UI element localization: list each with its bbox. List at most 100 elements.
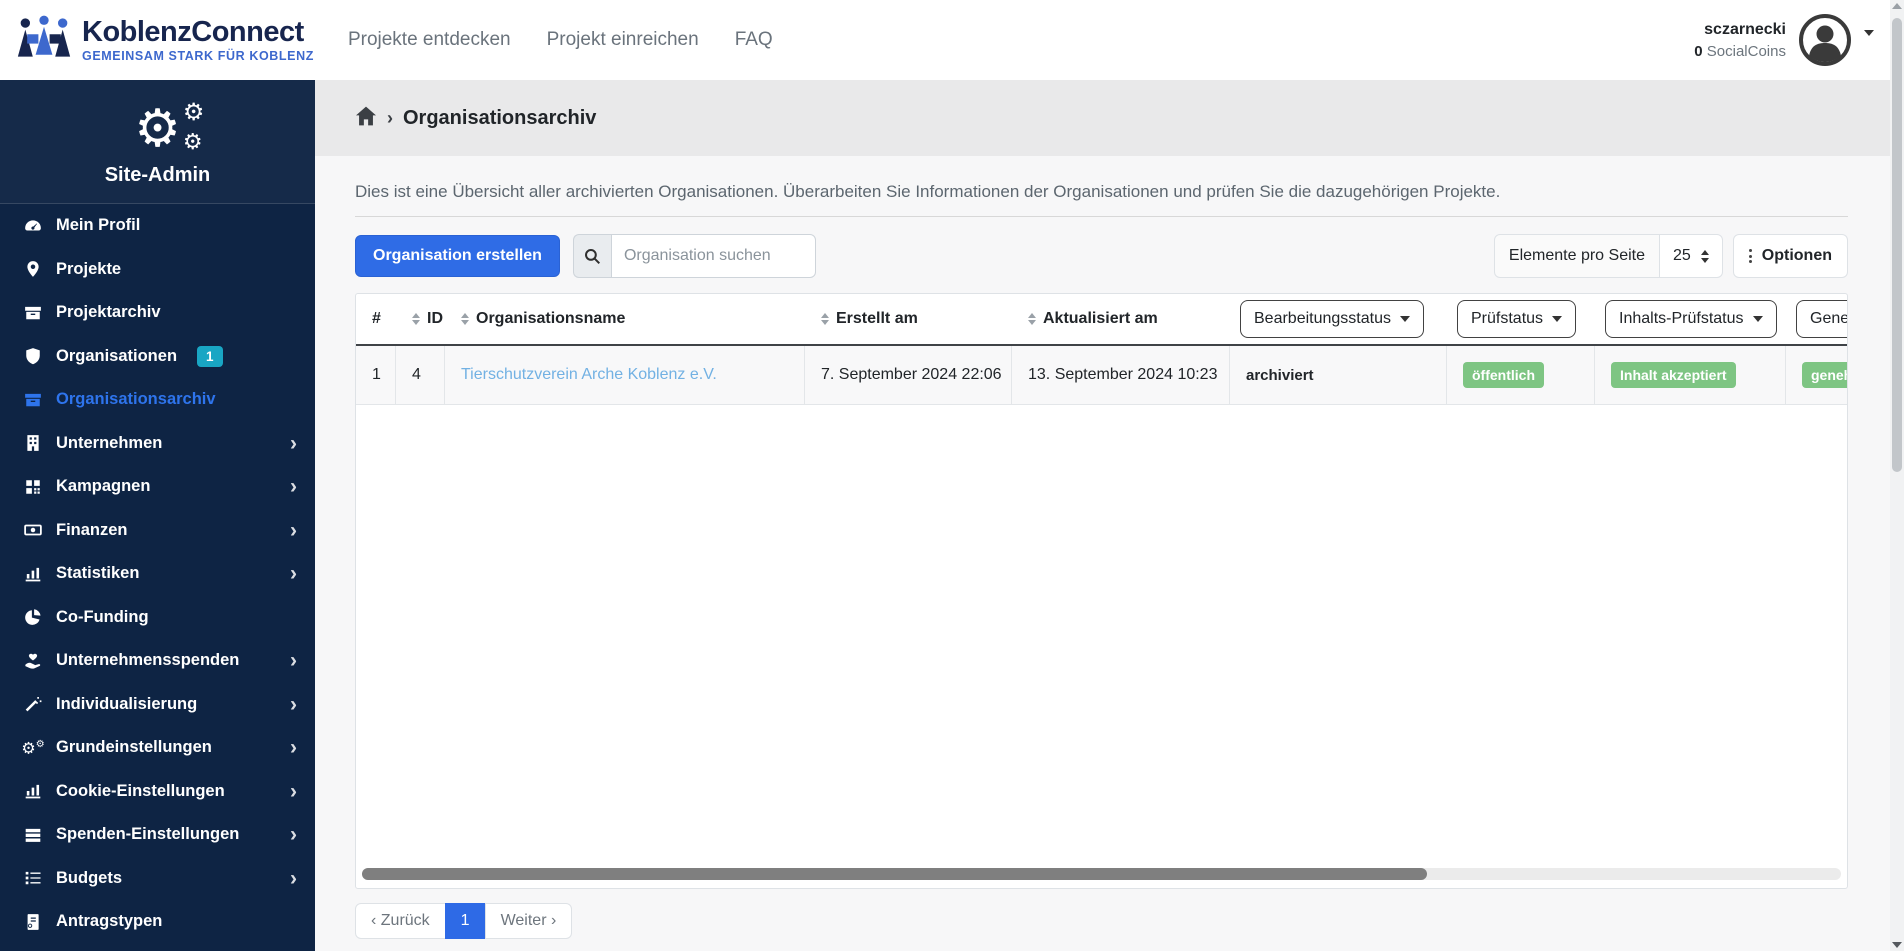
scroll-up-icon[interactable] bbox=[1892, 3, 1902, 9]
shield-icon bbox=[22, 347, 44, 365]
column-header-check-status: Prüfstatus bbox=[1447, 300, 1595, 338]
username: sczarnecki bbox=[1704, 20, 1786, 38]
select-arrows-icon bbox=[1700, 249, 1709, 263]
stack-icon bbox=[22, 826, 44, 844]
cell-created: 7. September 2024 22:06 bbox=[805, 346, 1012, 404]
sidebar-item-cookie-einstellungen[interactable]: Cookie-Einstellungen › bbox=[0, 770, 315, 814]
sidebar-item-co-funding[interactable]: Co-Funding bbox=[0, 596, 315, 640]
organisation-link[interactable]: Tierschutzverein Arche Koblenz e.V. bbox=[461, 366, 717, 384]
site-admin-gears-icon: ⚙ ⚙ ⚙ bbox=[134, 98, 205, 159]
sort-icon[interactable] bbox=[461, 313, 469, 325]
create-organisation-button[interactable]: Organisation erstellen bbox=[355, 235, 560, 277]
pagination-prev-button[interactable]: ‹ Zurück bbox=[355, 903, 446, 939]
sort-icon[interactable] bbox=[412, 313, 420, 325]
sort-icon[interactable] bbox=[821, 313, 829, 325]
nav-projekte-entdecken[interactable]: Projekte entdecken bbox=[348, 29, 511, 51]
search-icon bbox=[572, 234, 611, 278]
building-icon bbox=[22, 434, 44, 452]
pie-chart-icon bbox=[22, 608, 44, 626]
caret-down-icon bbox=[1399, 316, 1410, 322]
caret-down-icon bbox=[1752, 316, 1763, 322]
column-header-approval-status: Genehmigungsstatus bbox=[1786, 300, 1847, 338]
home-icon[interactable] bbox=[355, 106, 377, 131]
sidebar-item-unternehmen[interactable]: Unternehmen › bbox=[0, 422, 315, 466]
top-navigation: Projekte entdecken Projekt einreichen FA… bbox=[348, 29, 773, 51]
filter-bearbeitungsstatus-dropdown[interactable]: Bearbeitungsstatus bbox=[1240, 300, 1424, 338]
user-menu[interactable]: sczarnecki 0 SocialCoins bbox=[1694, 13, 1904, 67]
pagination-page-1[interactable]: 1 bbox=[444, 903, 486, 939]
sidebar-item-label: Organisationen bbox=[56, 346, 178, 365]
sidebar-item-label: Budgets bbox=[56, 868, 122, 887]
chevron-right-icon: › bbox=[290, 866, 297, 890]
filter-pruefstatus-dropdown[interactable]: Prüfstatus bbox=[1457, 300, 1577, 338]
user-caret-icon bbox=[1864, 30, 1874, 36]
sidebar-item-label: Co-Funding bbox=[56, 607, 149, 626]
column-header-created[interactable]: Erstellt am bbox=[805, 310, 1012, 328]
filter-genehmigungsstatus-dropdown[interactable]: Genehmigungsstatus bbox=[1796, 300, 1847, 338]
sidebar-item-grundeinstellungen[interactable]: ⚙⚙ Grundeinstellungen › bbox=[0, 726, 315, 770]
sidebar-item-organisationen[interactable]: Organisationen 1 bbox=[0, 335, 315, 379]
table-row: 1 4 Tierschutzverein Arche Koblenz e.V. … bbox=[356, 346, 1847, 405]
check-status-badge: öffentlich bbox=[1463, 362, 1544, 388]
sidebar-item-label: Finanzen bbox=[56, 520, 128, 539]
sidebar-item-label: Projektarchiv bbox=[56, 303, 161, 322]
column-header-name[interactable]: Organisationsname bbox=[445, 310, 805, 328]
logo-subtitle: GEMEINSAM STARK FÜR KOBLENZ bbox=[82, 48, 314, 63]
filter-inhalts-pruefstatus-dropdown[interactable]: Inhalts-Prüfstatus bbox=[1605, 300, 1777, 338]
sidebar-item-label: Spenden-Einstellungen bbox=[56, 825, 240, 844]
archive-icon bbox=[22, 304, 44, 322]
site-admin-header: ⚙ ⚙ ⚙ Site-Admin bbox=[0, 80, 315, 204]
sort-icon[interactable] bbox=[1028, 313, 1036, 325]
nav-projekt-einreichen[interactable]: Projekt einreichen bbox=[547, 29, 699, 51]
sidebar-item-label: Statistiken bbox=[56, 564, 140, 583]
sidebar-item-individualisierung[interactable]: Individualisierung › bbox=[0, 683, 315, 727]
logo[interactable]: KoblenzConnect GEMEINSAM STARK FÜR KOBLE… bbox=[0, 15, 314, 66]
chevron-right-icon: › bbox=[290, 823, 297, 847]
bar-chart-icon bbox=[22, 565, 44, 583]
cell-updated: 13. September 2024 10:23 bbox=[1012, 346, 1230, 404]
archive-icon bbox=[22, 391, 44, 409]
chevron-right-icon: › bbox=[290, 649, 297, 673]
column-header-id[interactable]: ID bbox=[396, 310, 445, 328]
per-page-select[interactable]: 25 bbox=[1659, 234, 1723, 278]
sidebar-item-antragstypen[interactable]: Antragstypen bbox=[0, 900, 315, 944]
avatar[interactable] bbox=[1798, 13, 1852, 67]
sidebar-item-projekte[interactable]: Projekte bbox=[0, 248, 315, 292]
cell-index: 1 bbox=[356, 346, 396, 404]
sidebar-item-budgets[interactable]: Budgets › bbox=[0, 857, 315, 901]
hand-heart-icon bbox=[22, 652, 44, 670]
pagination-next-button[interactable]: Weiter › bbox=[484, 903, 573, 939]
sidebar-item-projektarchiv[interactable]: Projektarchiv bbox=[0, 291, 315, 335]
table-header-row: # ID Organisationsname Erstellt am Aktua… bbox=[356, 294, 1847, 346]
sidebar-item-spenden-einstellungen[interactable]: Spenden-Einstellungen › bbox=[0, 813, 315, 857]
search-input[interactable] bbox=[610, 234, 816, 278]
scroll-down-icon[interactable] bbox=[1892, 942, 1902, 948]
sidebar-item-label: Cookie-Einstellungen bbox=[56, 781, 225, 800]
sidebar-item-statistiken[interactable]: Statistiken › bbox=[0, 552, 315, 596]
horizontal-scrollbar[interactable] bbox=[362, 868, 1841, 880]
tasks-icon bbox=[22, 869, 44, 887]
divider bbox=[355, 216, 1848, 217]
sidebar-item-organisationsarchiv[interactable]: Organisationsarchiv bbox=[0, 378, 315, 422]
tachometer-icon bbox=[22, 217, 44, 235]
vertical-scrollbar-thumb[interactable] bbox=[1892, 18, 1902, 472]
toolbar: Organisation erstellen Elemente pro Seit… bbox=[355, 233, 1848, 279]
organisations-table-card: # ID Organisationsname Erstellt am Aktua… bbox=[355, 293, 1848, 889]
column-header-updated[interactable]: Aktualisiert am bbox=[1012, 310, 1230, 328]
sidebar-item-unternehmensspenden[interactable]: Unternehmensspenden › bbox=[0, 639, 315, 683]
vertical-scrollbar[interactable] bbox=[1890, 0, 1904, 951]
site-admin-title: Site-Admin bbox=[104, 164, 211, 186]
edit-status: archiviert bbox=[1246, 366, 1314, 384]
logo-title: KoblenzConnect bbox=[82, 15, 304, 48]
banknote-icon bbox=[22, 521, 44, 539]
horizontal-scrollbar-thumb[interactable] bbox=[362, 868, 1427, 880]
sidebar-item-emails[interactable]: E-Mails › bbox=[0, 944, 315, 951]
nav-faq[interactable]: FAQ bbox=[735, 29, 773, 51]
sidebar-item-kampagnen[interactable]: Kampagnen › bbox=[0, 465, 315, 509]
sidebar-item-finanzen[interactable]: Finanzen › bbox=[0, 509, 315, 553]
chevron-right-icon: › bbox=[290, 518, 297, 542]
options-button[interactable]: Optionen bbox=[1732, 234, 1848, 278]
organisation-search bbox=[572, 234, 816, 278]
column-header-content-status: Inhalts-Prüfstatus bbox=[1595, 300, 1786, 338]
sidebar-item-mein-profil[interactable]: Mein Profil bbox=[0, 204, 315, 248]
